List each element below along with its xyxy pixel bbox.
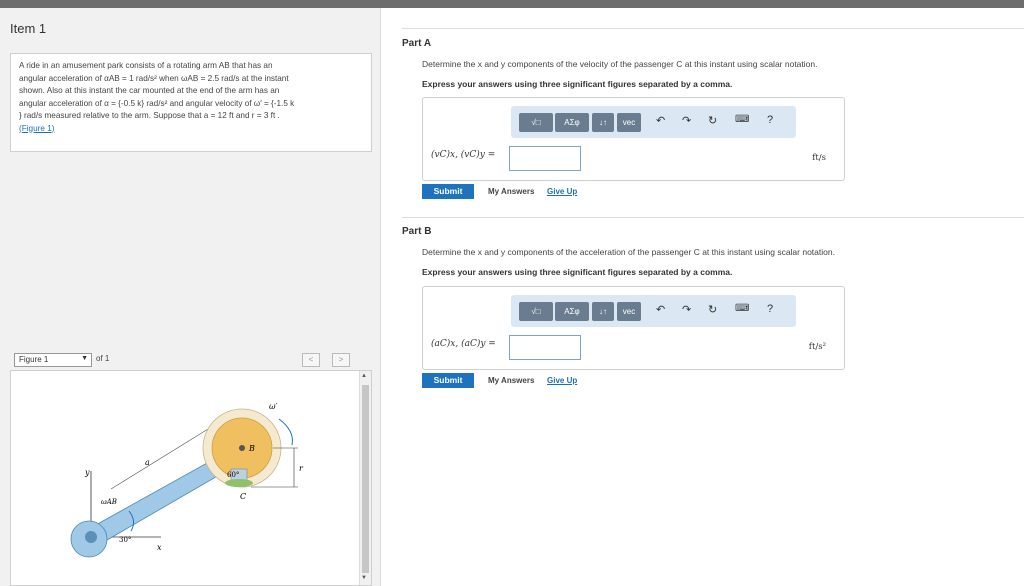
vec-button[interactable]: vec (617, 302, 641, 321)
right-panel: Part A Determine the x and y components … (382, 8, 1024, 586)
figure-prev-button[interactable]: < (302, 353, 320, 367)
scroll-up-icon[interactable]: ▲ (361, 373, 367, 379)
problem-statement: A ride in an amusement park consists of … (10, 53, 372, 152)
part-b-give-up[interactable]: Give Up (547, 376, 577, 385)
label-angle-60: 60° (227, 471, 239, 479)
undo-icon[interactable]: ↶ (656, 114, 665, 127)
label-y: y (84, 468, 90, 477)
label-C: C (240, 492, 246, 501)
label-r: r (299, 464, 304, 473)
updown-button[interactable]: ↓↑ (592, 302, 614, 321)
part-a-answer-input[interactable] (509, 146, 581, 171)
figure-select-value: Figure 1 (19, 355, 49, 364)
part-a-unit: ft/s (812, 153, 826, 163)
part-a-submit-button[interactable]: Submit (422, 184, 474, 199)
figure-count: of 1 (96, 354, 110, 363)
undo-icon[interactable]: ↶ (656, 303, 665, 316)
scroll-down-icon[interactable]: ▼ (361, 575, 367, 581)
problem-line-1: A ride in an amusement park consists of … (19, 61, 273, 70)
top-bar (0, 0, 1024, 8)
problem-line-2: angular acceleration of αAB = 1 rad/s² w… (19, 73, 289, 83)
part-a-answer-box: √□ ΑΣφ ↓↑ vec ↶ ↷ ↻ ⌨ ? (vC)x, (vC)y = f… (422, 97, 845, 181)
figure-next-button[interactable]: > (332, 353, 350, 367)
keyboard-icon[interactable]: ⌨ (735, 303, 749, 314)
figure-link[interactable]: (Figure 1) (19, 123, 363, 136)
vec-button[interactable]: vec (617, 113, 641, 132)
label-angle-30: 30° (119, 536, 131, 544)
part-a-toolbar: √□ ΑΣφ ↓↑ vec ↶ ↷ ↻ ⌨ ? (511, 106, 796, 138)
part-a-my-answers[interactable]: My Answers (488, 187, 534, 196)
figure-scrollbar[interactable]: ▲ ▼ (359, 371, 371, 585)
part-b-expression: (aC)x, (aC)y = (431, 339, 496, 349)
part-a-expression: (vC)x, (vC)y = (431, 150, 496, 160)
part-a-divider (402, 28, 1024, 29)
part-b-question: Determine the x and y components of the … (422, 247, 835, 257)
reset-icon[interactable]: ↻ (708, 303, 717, 316)
keyboard-icon[interactable]: ⌨ (735, 114, 749, 125)
label-omega-ab: ωAB (101, 498, 117, 506)
redo-icon[interactable]: ↷ (682, 114, 691, 127)
dropdown-arrow-icon: ▼ (81, 355, 88, 362)
label-x: x (157, 543, 162, 552)
symbols-button[interactable]: ΑΣφ (555, 302, 589, 321)
problem-line-4: angular acceleration of α = {-0.5 k} rad… (19, 98, 295, 108)
passenger-base (225, 479, 253, 487)
problem-line-5: } rad/s measured relative to the arm. Su… (19, 111, 280, 120)
updown-button[interactable]: ↓↑ (592, 113, 614, 132)
part-b-submit-button[interactable]: Submit (422, 373, 474, 388)
symbols-button[interactable]: ΑΣφ (555, 113, 589, 132)
help-icon[interactable]: ? (767, 114, 773, 126)
pivot-hub (85, 531, 97, 543)
part-b-unit: ft/s² (808, 342, 826, 352)
templates-button[interactable]: √□ (519, 302, 553, 321)
redo-icon[interactable]: ↷ (682, 303, 691, 316)
part-b-divider (402, 217, 1024, 218)
part-a-title: Part A (402, 38, 432, 49)
problem-line-3: shown. Also at this instant the car moun… (19, 86, 280, 95)
part-b-my-answers[interactable]: My Answers (488, 376, 534, 385)
part-b-toolbar: √□ ΑΣφ ↓↑ vec ↶ ↷ ↻ ⌨ ? (511, 295, 796, 327)
figure-panel: ω′ B r a y ωAB 30° 60° C x ▲ ▼ (10, 370, 372, 586)
amusement-ride-figure: ω′ B r a y ωAB 30° 60° C x (70, 402, 304, 558)
item-title: Item 1 (10, 21, 47, 36)
scroll-thumb[interactable] (362, 385, 369, 573)
left-panel: Item 1 A ride in an amusement park consi… (0, 8, 381, 586)
part-a-instruction: Express your answers using three signifi… (422, 79, 733, 89)
part-b-answer-input[interactable] (509, 335, 581, 360)
label-B: B (248, 444, 255, 453)
label-omega-prime: ω′ (269, 402, 278, 411)
part-b-answer-box: √□ ΑΣφ ↓↑ vec ↶ ↷ ↻ ⌨ ? (aC)x, (aC)y = f… (422, 286, 845, 370)
part-a-give-up[interactable]: Give Up (547, 187, 577, 196)
reset-icon[interactable]: ↻ (708, 114, 717, 127)
help-icon[interactable]: ? (767, 303, 773, 315)
part-b-title: Part B (402, 226, 432, 237)
omega-prime-arrow (278, 418, 293, 446)
label-a: a (145, 458, 150, 467)
templates-button[interactable]: √□ (519, 113, 553, 132)
part-a-question: Determine the x and y components of the … (422, 59, 818, 69)
figure-navigation: Figure 1 ▼ of 1 < > (10, 351, 372, 369)
figure-select[interactable]: Figure 1 ▼ (14, 353, 92, 367)
car-center (239, 445, 245, 451)
part-b-instruction: Express your answers using three signifi… (422, 267, 733, 277)
